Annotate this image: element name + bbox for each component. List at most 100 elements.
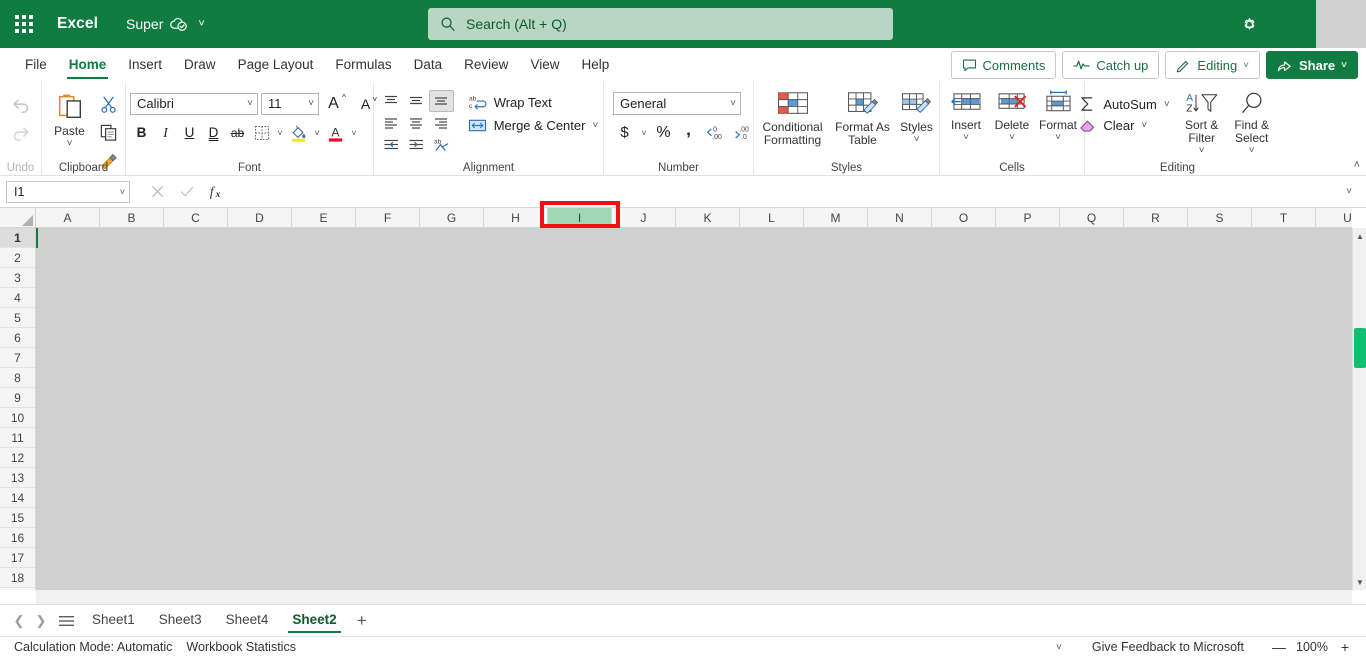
row-header-2[interactable]: 2 bbox=[0, 248, 35, 268]
tab-home[interactable]: Home bbox=[58, 51, 118, 79]
font-color-button[interactable]: A bbox=[324, 121, 347, 144]
document-menu-chevron-icon[interactable]: ˅ bbox=[198, 18, 204, 30]
tab-insert[interactable]: Insert bbox=[117, 51, 173, 79]
align-top-button[interactable] bbox=[379, 90, 404, 112]
column-header-g[interactable]: G bbox=[420, 208, 484, 227]
borders-button[interactable] bbox=[250, 121, 273, 144]
editing-mode-button[interactable]: Editing ˅ bbox=[1165, 51, 1261, 79]
name-box[interactable]: I1 ˅ bbox=[6, 180, 130, 203]
decrease-decimal-button[interactable]: .00 .0 bbox=[730, 121, 756, 144]
column-header-t[interactable]: T bbox=[1252, 208, 1316, 227]
row-header-5[interactable]: 5 bbox=[0, 308, 35, 328]
row-header-1[interactable]: 1 bbox=[0, 228, 35, 248]
row-header-18[interactable]: 18 bbox=[0, 568, 35, 588]
settings-gear-icon[interactable] bbox=[1232, 8, 1266, 40]
tab-review[interactable]: Review bbox=[453, 51, 519, 79]
row-header-4[interactable]: 4 bbox=[0, 288, 35, 308]
insert-cells-button[interactable]: Insert ˅ bbox=[943, 88, 989, 143]
align-bottom-button[interactable] bbox=[428, 90, 454, 112]
number-format-select[interactable]: General ˅ bbox=[613, 92, 741, 115]
cloud-saved-icon[interactable] bbox=[170, 16, 188, 32]
row-header-7[interactable]: 7 bbox=[0, 348, 35, 368]
formula-input[interactable] bbox=[238, 179, 1338, 204]
align-right-button[interactable] bbox=[429, 112, 454, 134]
zoom-out-button[interactable]: — bbox=[1268, 639, 1290, 655]
select-all-corner[interactable] bbox=[0, 208, 36, 228]
row-header-16[interactable]: 16 bbox=[0, 528, 35, 548]
column-header-p[interactable]: P bbox=[996, 208, 1060, 227]
format-cells-button[interactable]: Format ˅ bbox=[1035, 88, 1081, 143]
find-select-button[interactable]: Find & Select ˅ bbox=[1228, 90, 1276, 156]
increase-decimal-button[interactable]: 0 .00 bbox=[702, 121, 728, 144]
row-header-15[interactable]: 15 bbox=[0, 508, 35, 528]
column-header-j[interactable]: J bbox=[612, 208, 676, 227]
prev-sheet-icon[interactable]: ❮ bbox=[8, 609, 30, 633]
row-header-9[interactable]: 9 bbox=[0, 388, 35, 408]
redo-button[interactable] bbox=[8, 120, 34, 146]
insert-function-icon[interactable]: f x bbox=[204, 180, 230, 204]
italic-button[interactable]: I bbox=[154, 121, 177, 144]
column-header-d[interactable]: D bbox=[228, 208, 292, 227]
sheet-tab-sheet3[interactable]: Sheet3 bbox=[147, 608, 214, 633]
double-underline-button[interactable]: D bbox=[202, 121, 225, 144]
conditional-formatting-button[interactable]: Conditional Formatting bbox=[755, 88, 831, 147]
column-header-k[interactable]: K bbox=[676, 208, 740, 227]
clear-button[interactable]: Clear ˅ bbox=[1079, 117, 1169, 133]
horizontal-scrollbar[interactable] bbox=[36, 590, 1352, 604]
cancel-icon[interactable] bbox=[144, 180, 170, 204]
undo-button[interactable] bbox=[8, 92, 34, 118]
tab-data[interactable]: Data bbox=[403, 51, 454, 79]
underline-button[interactable]: U bbox=[178, 121, 201, 144]
fill-color-chevron-icon[interactable]: ˅ bbox=[311, 122, 323, 144]
column-header-q[interactable]: Q bbox=[1060, 208, 1124, 227]
column-header-m[interactable]: M bbox=[804, 208, 868, 227]
orientation-button[interactable]: ab bbox=[429, 134, 454, 156]
column-header-f[interactable]: F bbox=[356, 208, 420, 227]
status-chevron-icon[interactable]: ˅ bbox=[1056, 642, 1062, 653]
paste-button[interactable]: Paste ˅ bbox=[46, 90, 94, 149]
tab-help[interactable]: Help bbox=[570, 51, 620, 79]
column-header-s[interactable]: S bbox=[1188, 208, 1252, 227]
vertical-scroll-thumb[interactable] bbox=[1354, 328, 1366, 368]
row-header-10[interactable]: 10 bbox=[0, 408, 35, 428]
row-header-14[interactable]: 14 bbox=[0, 488, 35, 508]
share-button[interactable]: Share ˅ bbox=[1266, 51, 1358, 79]
column-header-a[interactable]: A bbox=[36, 208, 100, 227]
align-left-button[interactable] bbox=[379, 112, 404, 134]
column-header-l[interactable]: L bbox=[740, 208, 804, 227]
column-header-r[interactable]: R bbox=[1124, 208, 1188, 227]
all-sheets-icon[interactable] bbox=[52, 609, 80, 633]
percent-format-button[interactable]: % bbox=[652, 121, 675, 144]
tab-draw[interactable]: Draw bbox=[173, 51, 227, 79]
row-header-11[interactable]: 11 bbox=[0, 428, 35, 448]
column-header-b[interactable]: B bbox=[100, 208, 164, 227]
borders-chevron-icon[interactable]: ˅ bbox=[274, 122, 286, 144]
sort-filter-button[interactable]: A Z Sort & Filter ˅ bbox=[1178, 90, 1226, 156]
column-header-c[interactable]: C bbox=[164, 208, 228, 227]
column-header-e[interactable]: E bbox=[292, 208, 356, 227]
tab-formulas[interactable]: Formulas bbox=[324, 51, 402, 79]
cut-button[interactable] bbox=[96, 92, 122, 116]
format-as-table-button[interactable]: Format As Table bbox=[833, 88, 893, 147]
cell-area[interactable] bbox=[36, 228, 1352, 590]
column-header-h[interactable]: H bbox=[484, 208, 548, 227]
row-header-17[interactable]: 17 bbox=[0, 548, 35, 568]
expand-formula-bar-icon[interactable]: ˅ bbox=[1338, 180, 1360, 204]
align-center-button[interactable] bbox=[404, 112, 429, 134]
calculation-mode-label[interactable]: Calculation Mode: Automatic bbox=[14, 640, 172, 654]
font-name-select[interactable]: Calibri ˅ bbox=[130, 92, 258, 115]
wrap-text-button[interactable]: ab c Wrap Text bbox=[468, 94, 599, 111]
sheet-tab-sheet1[interactable]: Sheet1 bbox=[80, 608, 147, 633]
sheet-tab-sheet4[interactable]: Sheet4 bbox=[214, 608, 281, 633]
column-header-n[interactable]: N bbox=[868, 208, 932, 227]
sheet-tab-sheet2[interactable]: Sheet2 bbox=[280, 608, 348, 633]
feedback-link[interactable]: Give Feedback to Microsoft bbox=[1092, 640, 1244, 654]
align-middle-button[interactable] bbox=[404, 90, 429, 112]
zoom-level-label[interactable]: 100% bbox=[1290, 640, 1334, 654]
enter-check-icon[interactable] bbox=[174, 180, 200, 204]
grow-font-button[interactable]: A ^ bbox=[322, 92, 346, 115]
tab-page-layout[interactable]: Page Layout bbox=[227, 51, 325, 79]
decrease-indent-button[interactable] bbox=[379, 134, 404, 156]
font-color-chevron-icon[interactable]: ˅ bbox=[348, 122, 360, 144]
row-header-3[interactable]: 3 bbox=[0, 268, 35, 288]
